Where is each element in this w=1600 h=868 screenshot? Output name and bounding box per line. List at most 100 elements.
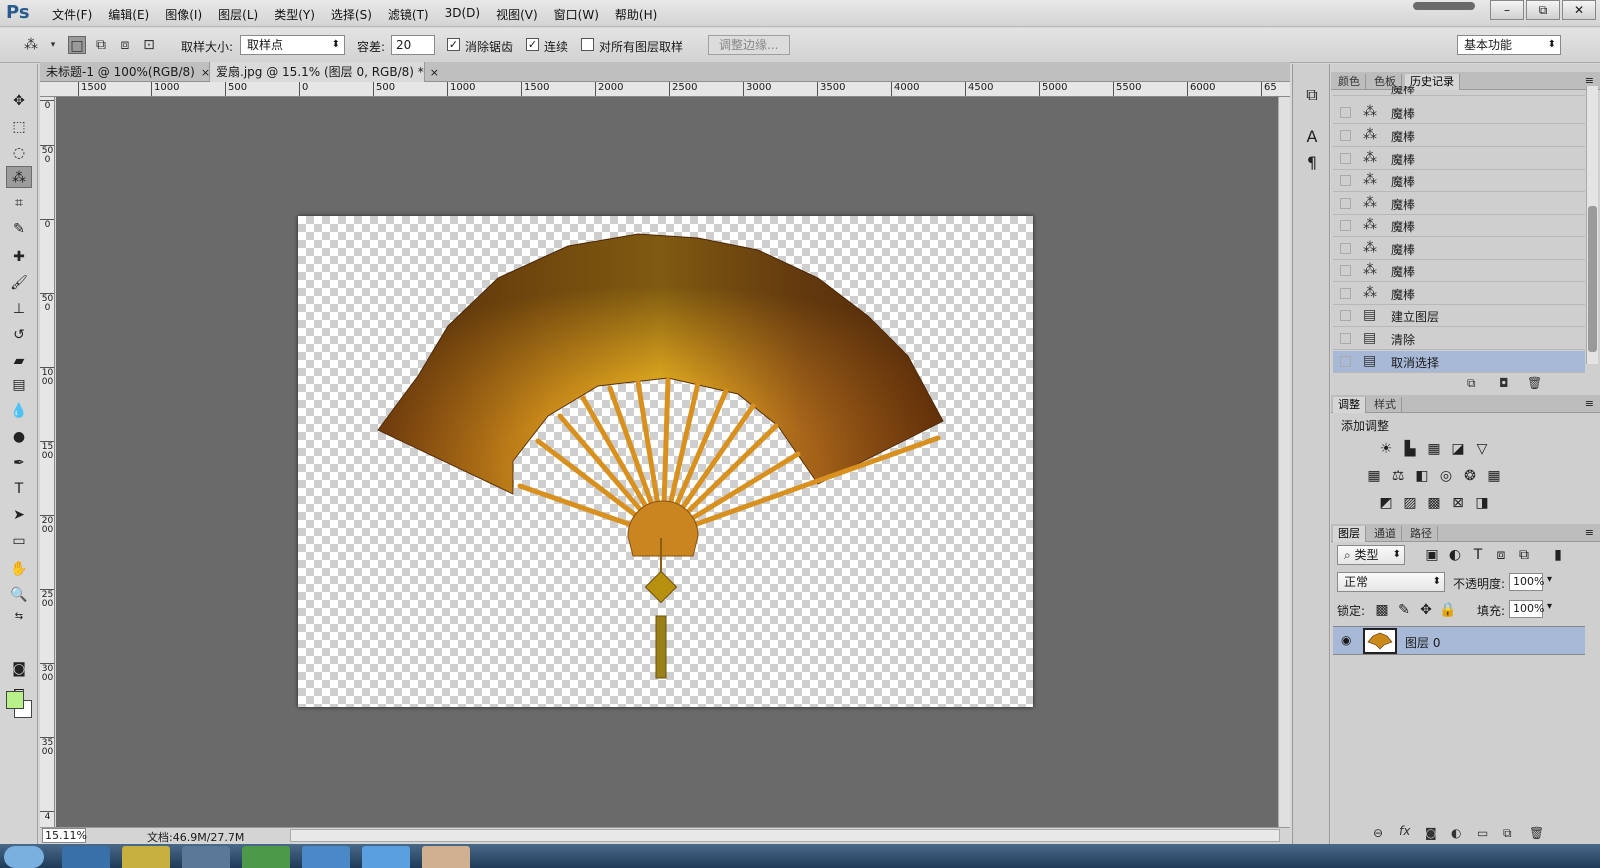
vibrance-icon[interactable]: ▽: [1473, 441, 1491, 457]
horizontal-scrollbar[interactable]: [290, 829, 1280, 842]
menu-view[interactable]: 视图(V): [488, 6, 546, 23]
color-balance-icon[interactable]: ⚖: [1389, 468, 1407, 484]
add-mask-icon[interactable]: ◙: [1425, 826, 1437, 840]
history-item-selected[interactable]: ▤ 取消选择: [1333, 351, 1585, 373]
menu-type[interactable]: 类型(Y): [266, 6, 323, 23]
tab-aishan-jpg[interactable]: 爱扇.jpg @ 15.1% (图层 0, RGB/8) * ×: [210, 62, 439, 82]
history-checkbox[interactable]: [1340, 220, 1351, 231]
sample-size-select[interactable]: 取样点: [240, 35, 345, 55]
magic-wand-tool-icon[interactable]: ⁂: [6, 166, 32, 188]
paragraph-panel-icon[interactable]: ¶: [1301, 152, 1323, 174]
taskbar-app-icon[interactable]: [362, 846, 410, 868]
panel-menu-icon[interactable]: ≡: [1585, 397, 1594, 410]
workspace-select[interactable]: 基本功能: [1457, 35, 1561, 55]
trash-icon[interactable]: 🗑: [1527, 376, 1542, 390]
history-checkbox[interactable]: [1340, 310, 1351, 321]
close-button[interactable]: ✕: [1562, 0, 1596, 20]
preset-dropdown-icon[interactable]: ▾: [44, 36, 62, 54]
menu-help[interactable]: 帮助(H): [607, 6, 665, 23]
brightness-icon[interactable]: ☀: [1377, 441, 1395, 457]
layer-name[interactable]: 图层 0: [1405, 634, 1440, 651]
refine-edge-button[interactable]: 调整边缘...: [708, 35, 790, 55]
tab-close-icon[interactable]: ×: [201, 66, 210, 79]
eyedropper-tool-icon[interactable]: ✎: [6, 218, 32, 240]
delete-layer-trash-icon[interactable]: 🗑: [1529, 826, 1544, 840]
history-item[interactable]: ⁂ 魔棒: [1333, 193, 1585, 215]
eraser-tool-icon[interactable]: ▰: [6, 350, 32, 372]
lock-all-icon[interactable]: 🔒: [1439, 602, 1457, 618]
move-tool-icon[interactable]: ✥: [6, 90, 32, 112]
foreground-color-swatch[interactable]: [6, 691, 24, 709]
contiguous-checkbox[interactable]: ✓: [526, 38, 539, 51]
dodge-tool-icon[interactable]: ●: [6, 426, 32, 448]
quick-mask-icon[interactable]: ◙: [6, 658, 32, 680]
menu-edit[interactable]: 编辑(E): [100, 6, 157, 23]
filter-type-icon[interactable]: T: [1469, 547, 1487, 563]
history-item[interactable]: ⁂ 魔棒: [1333, 170, 1585, 192]
properties-panel-icon[interactable]: ⧉: [1301, 84, 1323, 106]
history-item[interactable]: ⁂ 魔棒: [1333, 238, 1585, 260]
tab-channels[interactable]: 通道: [1369, 526, 1402, 542]
black-white-icon[interactable]: ◧: [1413, 468, 1431, 484]
menu-window[interactable]: 窗口(W): [546, 6, 607, 23]
scroll-thumb[interactable]: [1588, 206, 1597, 352]
vertical-scrollbar[interactable]: [1278, 97, 1290, 827]
menu-select[interactable]: 选择(S): [323, 6, 380, 23]
blur-tool-icon[interactable]: 💧: [6, 400, 32, 422]
history-item[interactable]: ▤ 清除: [1333, 328, 1585, 350]
start-button-icon[interactable]: [4, 846, 44, 868]
lock-image-icon[interactable]: ✎: [1395, 602, 1413, 618]
history-checkbox[interactable]: [1340, 175, 1351, 186]
filter-toggle-icon[interactable]: ▮: [1549, 547, 1567, 563]
history-item[interactable]: ⁂ 魔棒: [1333, 148, 1585, 170]
opacity-input[interactable]: 100%: [1509, 573, 1544, 591]
history-item[interactable]: ▤ 建立图层: [1333, 305, 1585, 327]
history-item[interactable]: ⁂ 魔棒: [1333, 102, 1585, 124]
tab-styles[interactable]: 样式: [1369, 397, 1402, 413]
visibility-eye-icon[interactable]: ◉: [1341, 633, 1351, 647]
layer-style-fx-icon[interactable]: fx: [1399, 824, 1410, 838]
history-item[interactable]: ⁂ 魔棒: [1333, 125, 1585, 147]
intersect-selection-icon[interactable]: ⊡: [140, 36, 158, 54]
pen-tool-icon[interactable]: ✒: [6, 452, 32, 474]
path-selection-tool-icon[interactable]: ➤: [6, 504, 32, 526]
tab-close-icon[interactable]: ×: [430, 66, 439, 79]
type-tool-icon[interactable]: T: [6, 478, 32, 500]
history-checkbox[interactable]: [1340, 153, 1351, 164]
fill-dropdown-icon[interactable]: ▾: [1547, 601, 1552, 612]
taskbar-app-icon[interactable]: [182, 846, 230, 868]
history-checkbox[interactable]: [1340, 243, 1351, 254]
channel-mixer-icon[interactable]: ❂: [1461, 468, 1479, 484]
exposure-icon[interactable]: ◪: [1449, 441, 1467, 457]
history-checkbox[interactable]: [1340, 265, 1351, 276]
anti-alias-checkbox[interactable]: ✓: [447, 38, 460, 51]
marquee-tool-icon[interactable]: ⬚: [6, 116, 32, 138]
filter-smart-object-icon[interactable]: ⧉: [1515, 547, 1533, 563]
history-item[interactable]: ⁂ 魔棒: [1333, 283, 1585, 305]
filter-adjustment-icon[interactable]: ◐: [1446, 547, 1464, 563]
link-layers-icon[interactable]: ⊖: [1373, 826, 1383, 840]
taskbar-app-icon[interactable]: [122, 846, 170, 868]
zoom-tool-icon[interactable]: 🔍: [6, 584, 32, 606]
zoom-level-field[interactable]: 15.11%: [42, 828, 87, 843]
history-brush-tool-icon[interactable]: ↺: [6, 324, 32, 346]
menu-image[interactable]: 图像(I): [157, 6, 210, 23]
magic-wand-preset-icon[interactable]: ⁂: [22, 36, 40, 54]
sample-all-layers-checkbox[interactable]: [581, 38, 594, 51]
snapshot-camera-icon[interactable]: ◘: [1499, 376, 1509, 390]
history-checkbox[interactable]: [1340, 356, 1351, 367]
taskbar-app-icon[interactable]: [422, 846, 470, 868]
new-layer-icon[interactable]: ⧉: [1503, 826, 1512, 841]
tab-adjustments[interactable]: 调整: [1333, 397, 1366, 413]
character-panel-icon[interactable]: A: [1301, 126, 1323, 148]
history-item[interactable]: ⁂ 魔棒: [1333, 260, 1585, 282]
menu-layer[interactable]: 图层(L): [210, 6, 266, 23]
posterize-icon[interactable]: ▨: [1401, 495, 1419, 511]
taskbar-app-icon[interactable]: [242, 846, 290, 868]
lock-transparent-icon[interactable]: ▩: [1373, 602, 1391, 618]
shape-tool-icon[interactable]: ▭: [6, 530, 32, 552]
new-group-folder-icon[interactable]: ▭: [1477, 826, 1488, 840]
color-lookup-icon[interactable]: ▦: [1485, 468, 1503, 484]
crop-tool-icon[interactable]: ⌗: [6, 192, 32, 214]
healing-brush-tool-icon[interactable]: ✚: [6, 246, 32, 268]
